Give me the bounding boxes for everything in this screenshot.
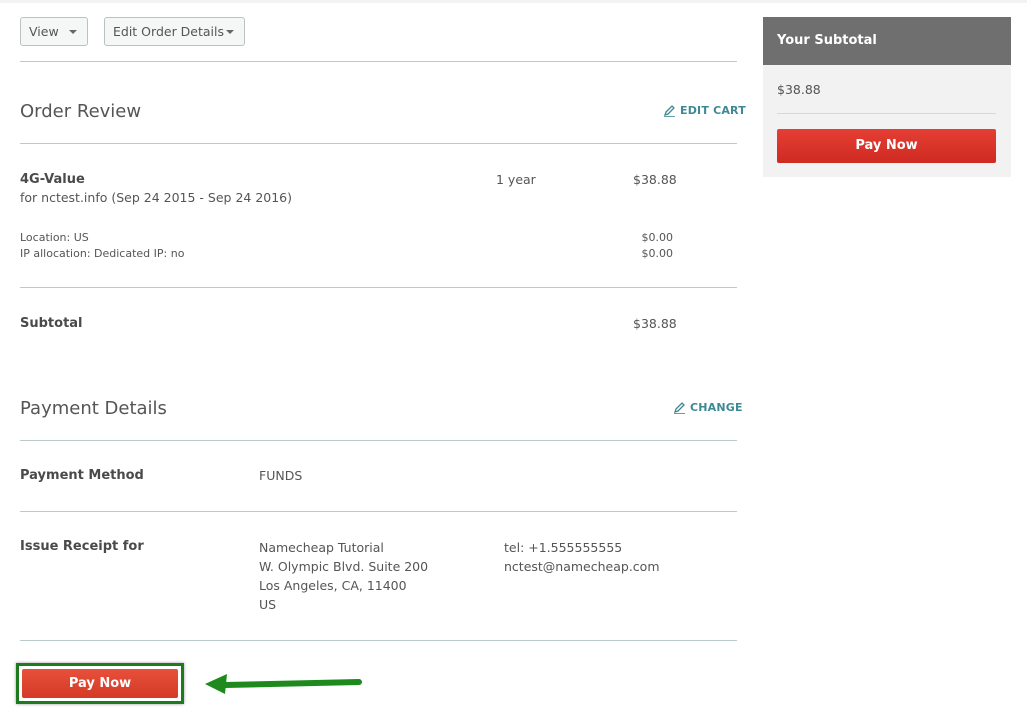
option-label: Location: US (20, 231, 89, 244)
item-price: $38.88 (633, 172, 677, 187)
divider (20, 640, 737, 641)
address-line: Los Angeles, CA, 11400 (259, 578, 407, 593)
payment-method-value: FUNDS (259, 468, 303, 483)
sidebar-pay-now-button[interactable]: Pay Now (777, 129, 996, 163)
divider (20, 143, 737, 144)
subtotal-panel: Your Subtotal $38.88 Pay Now (763, 17, 1011, 177)
item-period: 1 year (496, 172, 536, 187)
contact-phone: tel: +1.555555555 (504, 540, 623, 555)
option-price: $0.00 (641, 247, 674, 260)
pay-now-button[interactable]: Pay Now (22, 669, 178, 698)
pencil-icon (663, 104, 675, 117)
edit-order-details-label: Edit Order Details (113, 24, 225, 39)
caret-down-icon (226, 30, 234, 34)
change-label: CHANGE (690, 401, 743, 414)
top-border (0, 0, 1027, 3)
option-price: $0.00 (641, 231, 674, 244)
pencil-icon (673, 401, 685, 414)
divider (20, 61, 737, 62)
divider (20, 440, 737, 441)
item-name: 4G-Value (20, 172, 85, 187)
subtotal-value: $38.88 (633, 316, 677, 331)
issue-receipt-label: Issue Receipt for (20, 539, 144, 554)
address-line: Namecheap Tutorial (259, 540, 384, 555)
edit-order-details-dropdown[interactable]: Edit Order Details (104, 17, 245, 46)
view-dropdown[interactable]: View (20, 17, 88, 46)
order-review-title: Order Review (20, 101, 142, 122)
contact-email: nctest@namecheap.com (504, 559, 660, 574)
caret-down-icon (69, 30, 77, 34)
payment-details-title: Payment Details (20, 398, 167, 419)
arrow-left-icon (205, 674, 362, 694)
divider (777, 113, 996, 114)
subtotal-panel-amount: $38.88 (777, 82, 821, 97)
address-line: US (259, 597, 277, 612)
option-label: IP allocation: Dedicated IP: no (20, 247, 185, 260)
address-line: W. Olympic Blvd. Suite 200 (259, 559, 429, 574)
divider (20, 287, 737, 288)
divider (20, 511, 737, 512)
view-dropdown-label: View (29, 24, 59, 39)
change-payment-link[interactable]: CHANGE (673, 401, 743, 414)
subtotal-label: Subtotal (20, 316, 83, 331)
edit-cart-link[interactable]: EDIT CART (663, 104, 746, 117)
payment-method-label: Payment Method (20, 468, 144, 483)
subtotal-panel-title: Your Subtotal (763, 17, 1011, 65)
item-description: for nctest.info (Sep 24 2015 - Sep 24 20… (20, 190, 293, 205)
edit-cart-label: EDIT CART (680, 104, 746, 117)
